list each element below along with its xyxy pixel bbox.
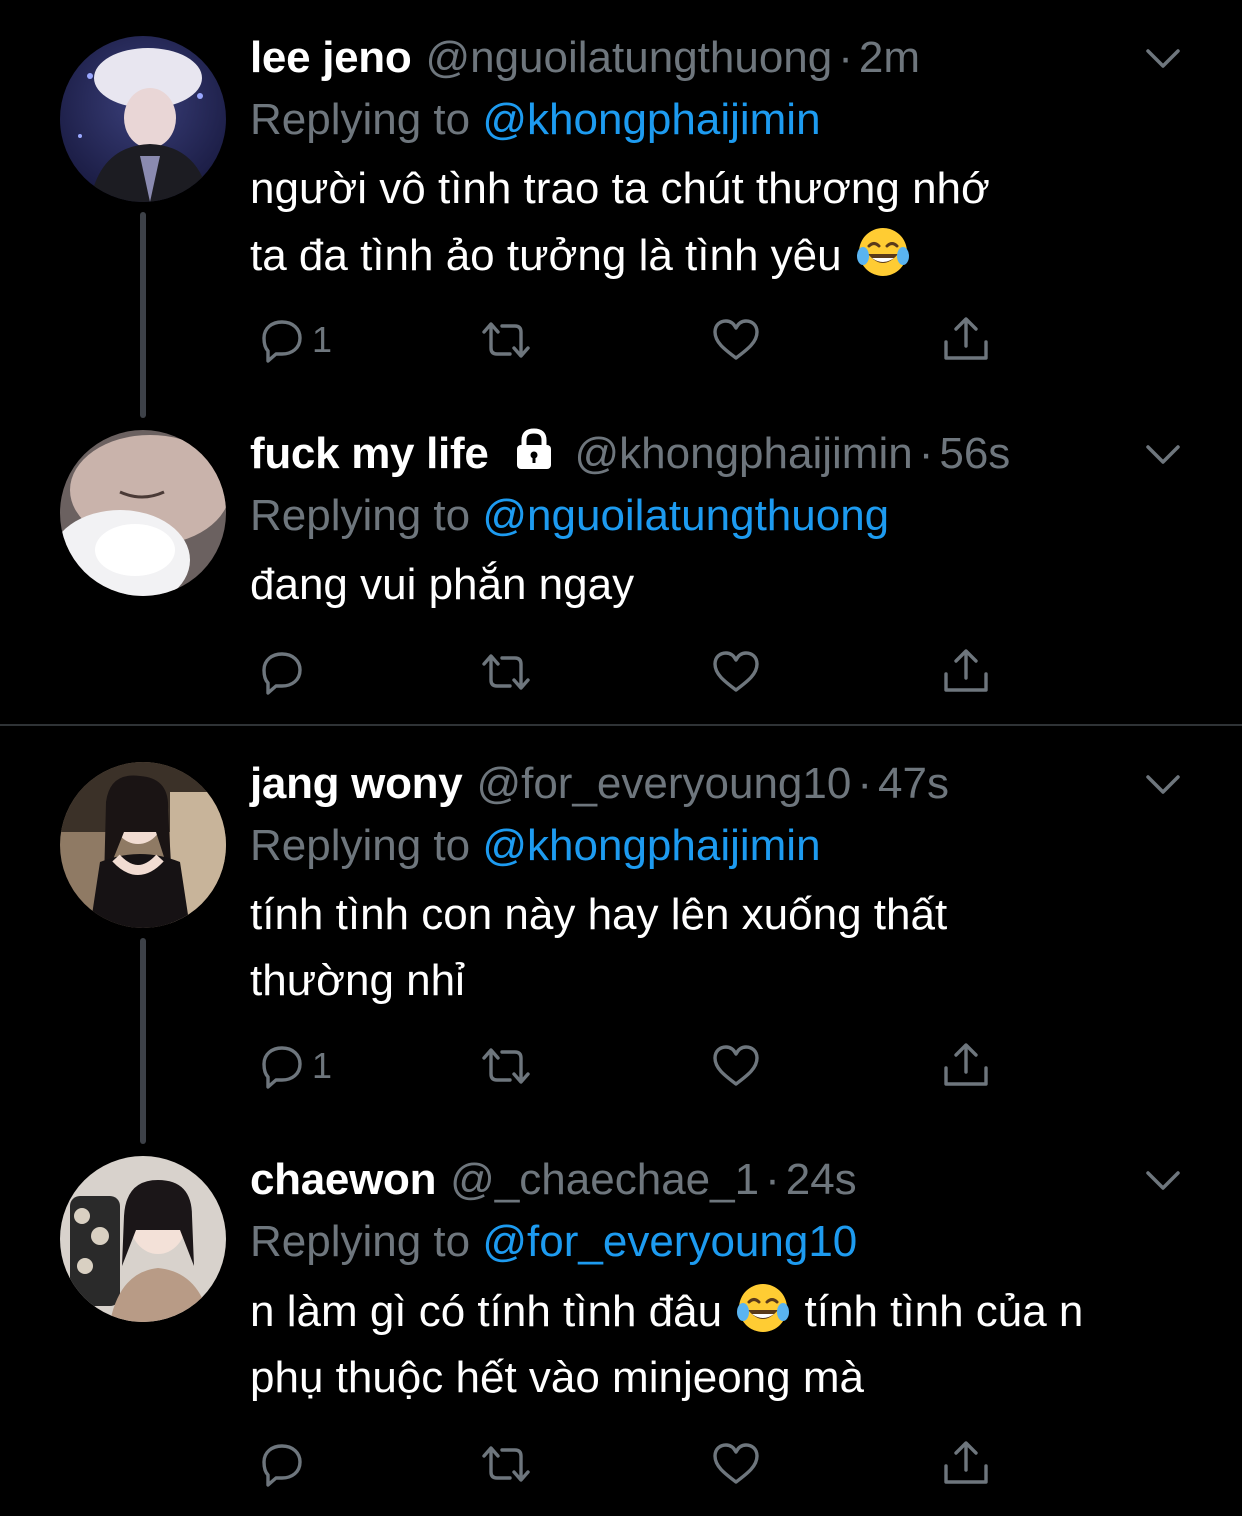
replying-to: Replying to @nguoilatungthuong (250, 484, 889, 548)
replying-label: Replying to (250, 1217, 483, 1266)
retweet-button[interactable] (478, 642, 534, 702)
tweet-4[interactable]: chaewon @_chaechae_1 · 24s Replying to @for… (0, 1150, 1242, 1516)
conversation-divider (0, 724, 1242, 726)
timestamp[interactable]: 47s (878, 759, 949, 808)
reply-button[interactable]: 1 (254, 1036, 332, 1096)
reply-icon (262, 652, 302, 695)
tweet-text-part-1: n làm gì có tính tình đâu (250, 1287, 735, 1336)
replying-to: Replying to @khongphaijimin (250, 88, 821, 152)
tweet-text: tính tình con này hay lên xuống thất thư… (250, 882, 1190, 1014)
share-button[interactable] (938, 1434, 994, 1494)
avatar-image (60, 762, 226, 928)
replying-label: Replying to (250, 95, 483, 144)
tweet-header: chaewon @_chaechae_1 · 24s (250, 1150, 857, 1210)
replying-label: Replying to (250, 491, 483, 540)
avatar-image (60, 36, 226, 202)
reply-icon (262, 1444, 302, 1487)
reply-button[interactable]: 1 (254, 310, 332, 370)
retweet-button[interactable] (478, 1434, 534, 1494)
avatar-image (60, 1156, 226, 1322)
timestamp[interactable]: 24s (786, 1155, 857, 1204)
share-icon (944, 649, 988, 692)
tweet-text: người vô tình trao ta chút thương nhớ ta… (250, 156, 1190, 289)
retweet-icon (482, 1048, 530, 1084)
tweet-actions (250, 1434, 1010, 1494)
separator-dot: · (838, 33, 853, 82)
display-name[interactable]: jang wony (250, 759, 463, 808)
replying-to: Replying to @for_everyoung10 (250, 1210, 857, 1274)
tweet-header: jang wony @for_everyoung10 · 47s (250, 754, 949, 814)
face-with-tears-of-joy-emoji-icon (734, 1278, 792, 1336)
avatar[interactable] (60, 36, 226, 202)
tweet-header: fuck my life @khongphaijimin · 56s (250, 424, 1010, 484)
reply-count: 1 (312, 319, 333, 360)
thread-line (140, 938, 146, 1144)
tweet-1[interactable]: lee jeno @nguoilatungthuong · 2m Replying t… (0, 28, 1242, 418)
replying-to-handle[interactable]: @nguoilatungthuong (482, 491, 889, 540)
share-icon (944, 1441, 988, 1484)
heart-icon (713, 651, 759, 692)
handle[interactable]: @khongphaijimin (575, 429, 913, 478)
reply-button[interactable] (254, 1434, 312, 1494)
heart-icon (713, 1443, 759, 1484)
tweet-header: lee jeno @nguoilatungthuong · 2m (250, 28, 920, 88)
separator-dot: · (918, 429, 934, 478)
reply-count: 1 (312, 1045, 333, 1086)
share-button[interactable] (938, 642, 994, 702)
like-button[interactable] (708, 1036, 764, 1096)
chevron-down-icon[interactable] (1140, 432, 1186, 478)
share-button[interactable] (938, 310, 994, 370)
tweet-2[interactable]: fuck my life @khongphaijimin · 56s Replying… (0, 424, 1242, 720)
retweet-button[interactable] (478, 310, 534, 370)
tweet-actions: 1 (250, 310, 1010, 370)
tweet-text: n làm gì có tính tình đâu tính tình của … (250, 1278, 1190, 1411)
share-button[interactable] (938, 1036, 994, 1096)
reply-icon (262, 320, 302, 363)
like-button[interactable] (708, 1434, 764, 1494)
avatar-image (60, 430, 226, 596)
handle[interactable]: @for_everyoung10 (476, 759, 851, 808)
avatar[interactable] (60, 430, 226, 596)
lock-icon (511, 426, 557, 488)
replying-to: Replying to @khongphaijimin (250, 814, 821, 878)
display-name[interactable]: lee jeno (250, 33, 412, 82)
retweet-icon (482, 322, 530, 358)
separator-dot: · (765, 1155, 780, 1204)
chevron-down-icon[interactable] (1140, 36, 1186, 82)
like-button[interactable] (708, 310, 764, 370)
replying-label: Replying to (250, 821, 483, 870)
tweet-actions: 1 (250, 1036, 1010, 1096)
separator-dot: · (857, 759, 872, 808)
avatar[interactable] (60, 1156, 226, 1322)
thread-line (140, 212, 146, 418)
replying-to-handle[interactable]: @for_everyoung10 (482, 1217, 857, 1266)
heart-icon (713, 319, 759, 360)
replying-to-handle[interactable]: @khongphaijimin (482, 95, 820, 144)
avatar[interactable] (60, 762, 226, 928)
tweet-text: đang vui phắn ngay (250, 552, 1190, 618)
share-icon (944, 317, 988, 360)
retweet-button[interactable] (478, 1036, 534, 1096)
handle[interactable]: @nguoilatungthuong (425, 33, 832, 82)
tweet-text-content: tính tình con này hay lên xuống thất thư… (250, 890, 948, 1005)
timestamp[interactable]: 2m (859, 33, 920, 82)
display-name[interactable]: fuck my life (250, 429, 489, 478)
chevron-down-icon[interactable] (1140, 1158, 1186, 1204)
tweet-text-content: đang vui phắn ngay (250, 560, 635, 609)
display-name[interactable]: chaewon (250, 1155, 436, 1204)
timestamp[interactable]: 56s (939, 429, 1010, 478)
like-button[interactable] (708, 642, 764, 702)
heart-icon (713, 1045, 759, 1086)
share-icon (944, 1043, 988, 1086)
face-with-tears-of-joy-emoji-icon (854, 222, 912, 280)
tweet-3[interactable]: jang wony @for_everyoung10 · 47s Replying t… (0, 754, 1242, 1144)
reply-button[interactable] (254, 642, 312, 702)
tweet-actions (250, 642, 1010, 702)
chevron-down-icon[interactable] (1140, 762, 1186, 808)
retweet-icon (482, 654, 530, 690)
reply-icon (262, 1046, 302, 1089)
retweet-icon (482, 1446, 530, 1482)
handle[interactable]: @_chaechae_1 (450, 1155, 759, 1204)
replying-to-handle[interactable]: @khongphaijimin (482, 821, 820, 870)
